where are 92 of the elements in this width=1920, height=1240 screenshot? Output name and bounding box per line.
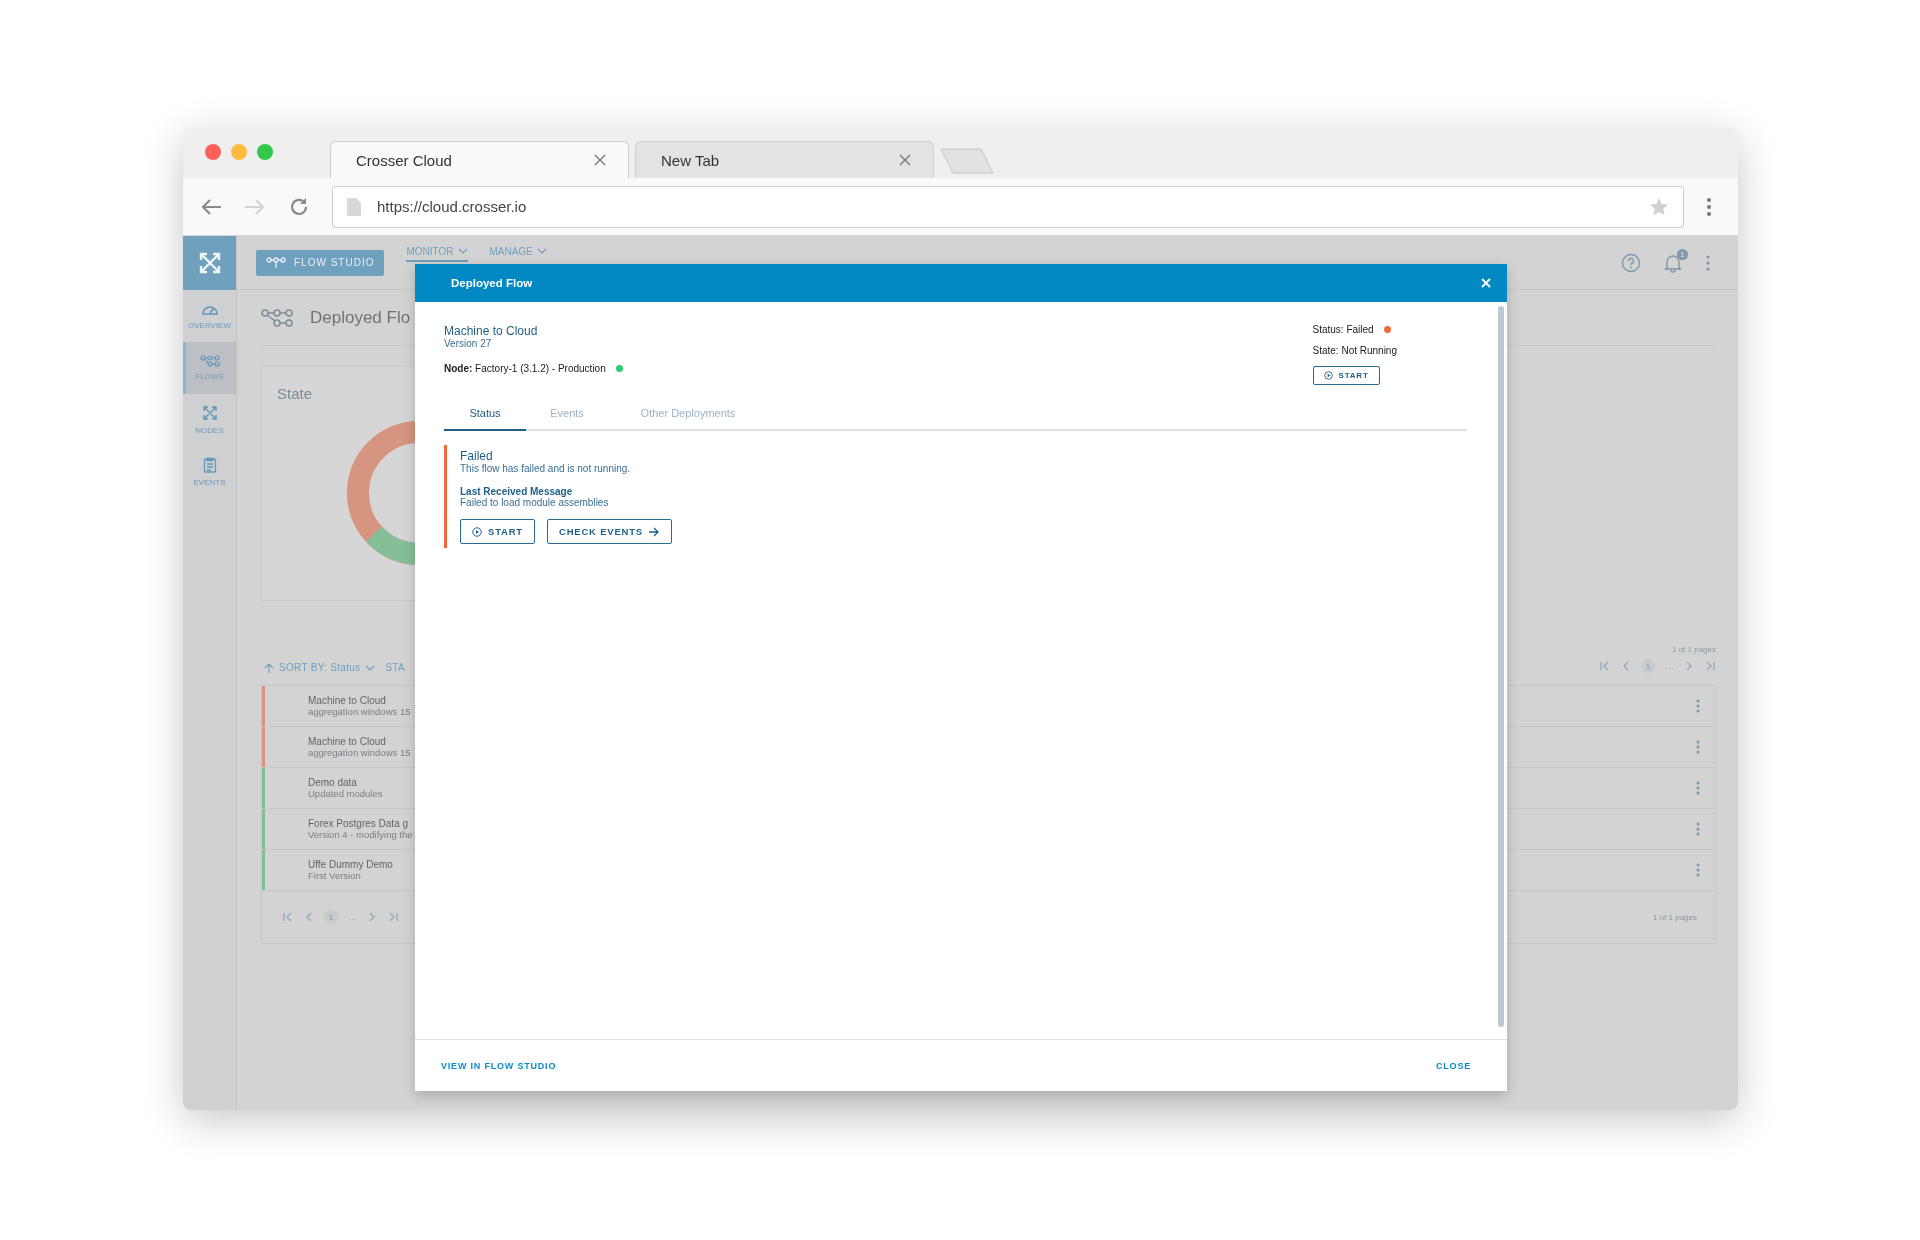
- node-info: Node: Factory-1 (3.1.2) - Production: [444, 363, 606, 374]
- close-window-icon[interactable]: [205, 144, 221, 160]
- last-page-icon[interactable]: [1704, 660, 1716, 672]
- flow-nodes-icon: [266, 256, 286, 269]
- close-icon[interactable]: [594, 154, 606, 166]
- notification-badge: 1: [1677, 248, 1688, 260]
- last-message-label: Last Received Message: [460, 486, 573, 497]
- flow-studio-button[interactable]: FLOW STUDIO: [256, 249, 385, 276]
- maximize-window-icon[interactable]: [257, 144, 273, 160]
- tab-title: New Tab: [661, 151, 720, 169]
- flow-name: Uffe Dummy Demo: [308, 859, 393, 870]
- page-icon: [347, 197, 361, 216]
- play-icon: [472, 526, 482, 537]
- flow-description: aggregation windows 15: [308, 706, 411, 717]
- scrollbar[interactable]: [1498, 306, 1504, 1027]
- browser-tab[interactable]: New Tab: [635, 141, 934, 178]
- more-icon[interactable]: [1695, 822, 1701, 836]
- first-page-icon[interactable]: [282, 911, 294, 923]
- status-text: Status: Failed: [1312, 324, 1374, 335]
- cross-arrows-icon: [201, 405, 218, 421]
- dialog-tab[interactable]: Other Deployments: [608, 399, 768, 431]
- start-button[interactable]: START: [460, 519, 535, 544]
- chevron-down-icon: [457, 248, 468, 254]
- flow-name: Machine to Cloud: [444, 324, 539, 338]
- dialog-title: Deployed Flow: [451, 277, 533, 289]
- page-title: Deployed Flo: [310, 307, 411, 328]
- chevron-down-icon: [365, 664, 376, 671]
- next-page-icon[interactable]: [1684, 660, 1694, 672]
- flow-name: Demo data: [308, 777, 358, 788]
- more-icon[interactable]: [1695, 863, 1701, 877]
- last-message-text: Failed to load module assemblies: [460, 497, 609, 508]
- arrow-up-icon: [264, 662, 274, 673]
- page-number[interactable]: 1: [1641, 659, 1655, 673]
- flow-description: First Version: [308, 870, 362, 881]
- more-icon[interactable]: [1695, 740, 1701, 754]
- start-button[interactable]: START: [1312, 366, 1380, 385]
- play-icon: [1323, 371, 1333, 380]
- more-icon[interactable]: [1705, 254, 1711, 271]
- flow-name: Machine to Cloud: [308, 695, 387, 706]
- tab-title: Crosser Cloud: [356, 151, 452, 169]
- sort-option[interactable]: STA: [385, 662, 405, 673]
- alert-message: This flow has failed and is not running.: [460, 463, 631, 474]
- sidebar-item[interactable]: EVENTS: [183, 446, 236, 498]
- more-icon[interactable]: [1695, 781, 1701, 795]
- close-icon[interactable]: [899, 154, 911, 166]
- page-number[interactable]: 1: [324, 910, 338, 924]
- notification-bell-icon[interactable]: [1663, 252, 1683, 273]
- flow-description: Updated modules: [308, 788, 383, 799]
- first-page-icon[interactable]: [1599, 660, 1611, 672]
- check-events-button[interactable]: CHECK EVENTS: [546, 519, 672, 544]
- nav-menu[interactable]: MONITOR: [406, 242, 468, 262]
- star-icon[interactable]: [1649, 196, 1669, 217]
- back-icon[interactable]: [200, 197, 222, 216]
- clipboard-icon: [202, 457, 217, 473]
- view-in-flow-studio-button[interactable]: VIEW IN FLOW STUDIO: [435, 1059, 563, 1072]
- sidebar-item[interactable]: FLOWS: [183, 342, 236, 394]
- card-title: State: [277, 385, 313, 402]
- dialog-tab[interactable]: Events: [526, 399, 608, 431]
- chevron-down-icon: [536, 248, 547, 254]
- flow-version: Version 27: [444, 338, 493, 349]
- alert-title: Failed: [460, 449, 493, 463]
- flow-name: Forex Postgres Data g: [308, 818, 410, 829]
- url-text: https://cloud.crosser.io: [377, 198, 528, 215]
- nav-menu[interactable]: MANAGE: [489, 242, 547, 262]
- sidebar-item[interactable]: NODES: [183, 394, 236, 446]
- next-page-icon[interactable]: [367, 911, 377, 923]
- forward-icon[interactable]: [244, 197, 266, 216]
- more-icon[interactable]: [1695, 699, 1701, 713]
- page-ellipsis: …: [1665, 661, 1674, 671]
- help-icon[interactable]: [1621, 252, 1641, 273]
- flow-description: Version 4 - modifying the: [308, 829, 413, 840]
- logo-block[interactable]: [183, 236, 236, 290]
- last-page-icon[interactable]: [387, 911, 399, 923]
- previous-page-icon[interactable]: [304, 911, 314, 923]
- page-ellipsis: …: [348, 912, 357, 922]
- state-text: State: Not Running: [1312, 345, 1397, 356]
- sidebar-item[interactable]: OVERVIEW: [183, 290, 236, 342]
- flow-nodes-icon: [199, 355, 220, 367]
- new-tab-button[interactable]: [940, 148, 996, 174]
- sort-dropdown[interactable]: SORT BY: Status: [261, 662, 376, 673]
- flow-name: Machine to Cloud: [308, 736, 387, 747]
- minimize-window-icon[interactable]: [231, 144, 247, 160]
- browser-tab[interactable]: Crosser Cloud: [330, 141, 629, 178]
- logo-icon: [197, 251, 222, 275]
- flow-nodes-icon: [261, 307, 293, 328]
- address-bar[interactable]: https://cloud.crosser.io: [332, 185, 1684, 228]
- menu-icon[interactable]: [1706, 196, 1712, 217]
- close-button[interactable]: CLOSE: [1430, 1059, 1477, 1072]
- arrow-right-icon: [649, 526, 660, 537]
- previous-page-icon[interactable]: [1621, 660, 1631, 672]
- dialog-tab[interactable]: Status: [444, 399, 526, 431]
- flow-description: aggregation windows 15: [308, 747, 411, 758]
